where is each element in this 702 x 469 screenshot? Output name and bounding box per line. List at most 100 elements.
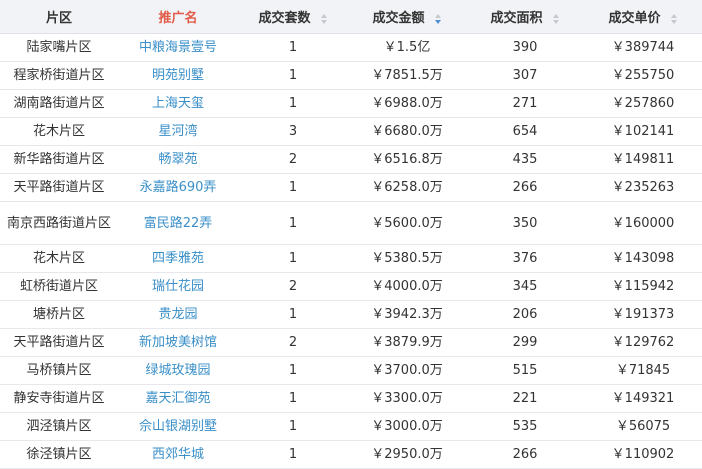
cell-area: 程家桥街道片区 <box>0 61 118 90</box>
column-header-label: 成交套数 <box>258 11 311 26</box>
cell-amount: ￥6680.0万 <box>348 117 466 146</box>
cell-area: 花木片区 <box>0 117 118 146</box>
cell-unit-price: ￥257860 <box>584 89 702 118</box>
cell-size: 307 <box>466 61 584 90</box>
sort-arrows-icon[interactable] <box>320 13 328 24</box>
table-row: 陆家嘴片区 中粮海景壹号 1 ￥1.5亿 390 ￥389744 <box>0 33 702 62</box>
cell-area: 虹桥街道片区 <box>0 272 118 301</box>
table-row: 新华路街道片区 畅翠苑 2 ￥6516.8万 435 ￥149811 <box>0 145 702 174</box>
table-row: 花木片区 星河湾 3 ￥6680.0万 654 ￥102141 <box>0 117 702 146</box>
table-row: 南京西路街道片区 富民路22弄 1 ￥5600.0万 350 ￥160000 <box>0 201 702 245</box>
table-row: 虹桥街道片区 瑞仕花园 2 ￥4000.0万 345 ￥115942 <box>0 272 702 301</box>
cell-units: 2 <box>238 328 348 357</box>
cell-area: 花木片区 <box>0 244 118 273</box>
column-header-label: 成交单价 <box>608 11 661 26</box>
cell-project-name[interactable]: 佘山银湖别墅 <box>118 412 238 441</box>
cell-units: 1 <box>238 173 348 202</box>
cell-area: 南京西路街道片区 <box>0 201 118 245</box>
cell-unit-price: ￥235263 <box>584 173 702 202</box>
cell-units: 1 <box>238 412 348 441</box>
sort-arrows-icon[interactable] <box>552 13 560 24</box>
table-row: 塘桥片区 贵龙园 1 ￥3942.3万 206 ￥191373 <box>0 300 702 329</box>
cell-area: 徐泾镇片区 <box>0 440 118 469</box>
cell-area: 新华路街道片区 <box>0 145 118 174</box>
sort-down-icon <box>670 19 677 24</box>
cell-project-name[interactable]: 富民路22弄 <box>118 201 238 245</box>
cell-unit-price: ￥191373 <box>584 300 702 329</box>
cell-unit-price: ￥149321 <box>584 384 702 413</box>
table-body: 陆家嘴片区 中粮海景壹号 1 ￥1.5亿 390 ￥389744 程家桥街道片区 明苑别墅 1 ￥… <box>0 33 702 469</box>
sort-arrows-icon[interactable] <box>434 13 442 24</box>
cell-area: 静安寺街道片区 <box>0 384 118 413</box>
column-header-area: 片区 <box>0 0 118 34</box>
cell-units: 1 <box>238 440 348 469</box>
cell-unit-price: ￥255750 <box>584 61 702 90</box>
cell-project-name[interactable]: 星河湾 <box>118 117 238 146</box>
cell-amount: ￥7851.5万 <box>348 61 466 90</box>
cell-units: 2 <box>238 272 348 301</box>
sort-arrows-icon[interactable] <box>670 13 678 24</box>
cell-project-name[interactable]: 西郊华城 <box>118 440 238 469</box>
cell-amount: ￥6258.0万 <box>348 173 466 202</box>
table-row: 天平路街道片区 新加坡美树馆 2 ￥3879.9万 299 ￥129762 <box>0 328 702 357</box>
column-header-label: 片区 <box>45 11 72 26</box>
cell-size: 206 <box>466 300 584 329</box>
column-header-price[interactable]: 成交单价 <box>584 0 702 34</box>
cell-unit-price: ￥143098 <box>584 244 702 273</box>
cell-project-name[interactable]: 畅翠苑 <box>118 145 238 174</box>
cell-project-name[interactable]: 明苑别墅 <box>118 61 238 90</box>
cell-project-name[interactable]: 中粮海景壹号 <box>118 33 238 62</box>
cell-unit-price: ￥389744 <box>584 33 702 62</box>
sort-up-icon <box>670 13 677 18</box>
cell-amount: ￥3300.0万 <box>348 384 466 413</box>
cell-amount: ￥3000.0万 <box>348 412 466 441</box>
table-row: 马桥镇片区 绿城玫瑰园 1 ￥3700.0万 515 ￥71845 <box>0 356 702 385</box>
cell-units: 1 <box>238 89 348 118</box>
cell-area: 泗泾镇片区 <box>0 412 118 441</box>
cell-amount: ￥6516.8万 <box>348 145 466 174</box>
cell-size: 271 <box>466 89 584 118</box>
cell-unit-price: ￥71845 <box>584 356 702 385</box>
cell-size: 299 <box>466 328 584 357</box>
cell-unit-price: ￥149811 <box>584 145 702 174</box>
cell-units: 1 <box>238 61 348 90</box>
cell-project-name[interactable]: 上海天玺 <box>118 89 238 118</box>
column-header-size[interactable]: 成交面积 <box>466 0 584 34</box>
cell-unit-price: ￥115942 <box>584 272 702 301</box>
cell-project-name[interactable]: 绿城玫瑰园 <box>118 356 238 385</box>
cell-amount: ￥5380.5万 <box>348 244 466 273</box>
cell-project-name[interactable]: 瑞仕花园 <box>118 272 238 301</box>
cell-amount: ￥4000.0万 <box>348 272 466 301</box>
cell-project-name[interactable]: 新加坡美树馆 <box>118 328 238 357</box>
sort-up-icon <box>320 13 327 18</box>
column-header-units[interactable]: 成交套数 <box>238 0 348 34</box>
cell-units: 1 <box>238 201 348 245</box>
cell-area: 天平路街道片区 <box>0 328 118 357</box>
column-header-amount[interactable]: 成交金额 <box>348 0 466 34</box>
cell-project-name[interactable]: 嘉天汇御苑 <box>118 384 238 413</box>
cell-area: 塘桥片区 <box>0 300 118 329</box>
cell-size: 376 <box>466 244 584 273</box>
cell-size: 221 <box>466 384 584 413</box>
table-row: 湖南路街道片区 上海天玺 1 ￥6988.0万 271 ￥257860 <box>0 89 702 118</box>
cell-size: 435 <box>466 145 584 174</box>
cell-unit-price: ￥160000 <box>584 201 702 245</box>
cell-units: 1 <box>238 384 348 413</box>
column-header-label: 成交面积 <box>490 11 543 26</box>
table-row: 天平路街道片区 永嘉路690弄 1 ￥6258.0万 266 ￥235263 <box>0 173 702 202</box>
cell-size: 515 <box>466 356 584 385</box>
cell-units: 3 <box>238 117 348 146</box>
column-header-name: 推广名 <box>118 0 238 34</box>
table-row: 花木片区 四季雅苑 1 ￥5380.5万 376 ￥143098 <box>0 244 702 273</box>
cell-size: 266 <box>466 173 584 202</box>
cell-unit-price: ￥56075 <box>584 412 702 441</box>
cell-project-name[interactable]: 四季雅苑 <box>118 244 238 273</box>
cell-size: 350 <box>466 201 584 245</box>
cell-units: 1 <box>238 300 348 329</box>
cell-size: 654 <box>466 117 584 146</box>
cell-unit-price: ￥110902 <box>584 440 702 469</box>
cell-amount: ￥1.5亿 <box>348 33 466 62</box>
cell-project-name[interactable]: 永嘉路690弄 <box>118 173 238 202</box>
cell-amount: ￥3942.3万 <box>348 300 466 329</box>
cell-project-name[interactable]: 贵龙园 <box>118 300 238 329</box>
